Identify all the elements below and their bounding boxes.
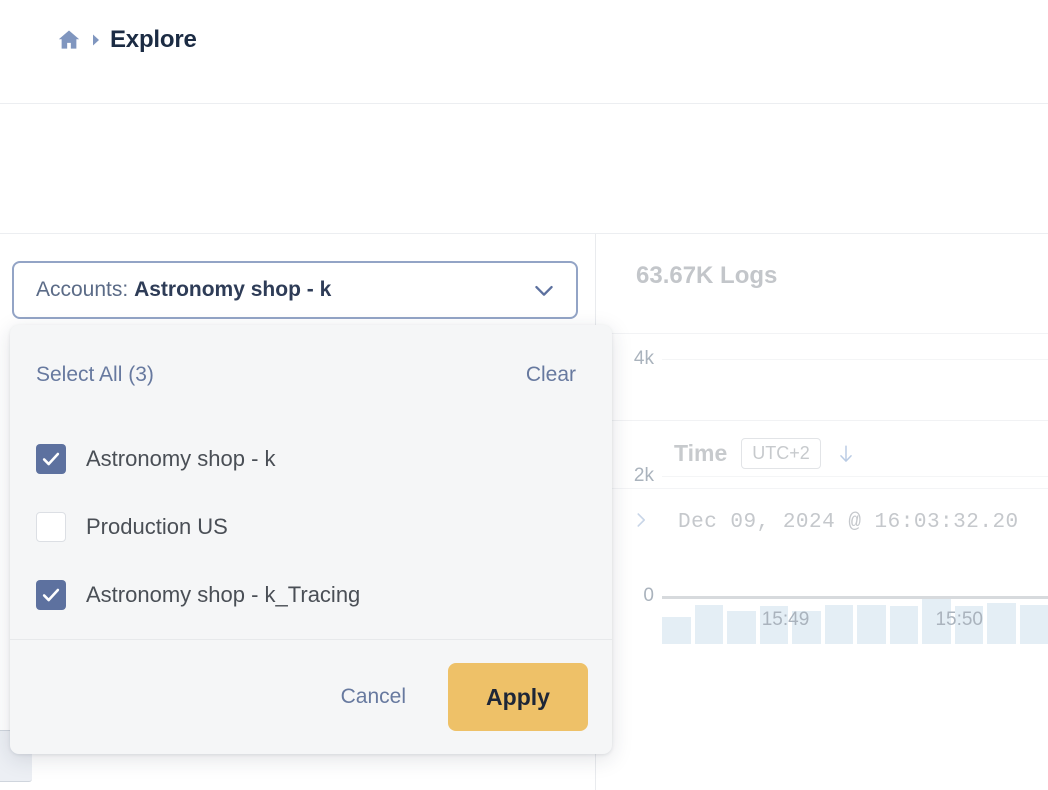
y-axis-tick-0: 0 bbox=[643, 585, 654, 606]
timezone-badge[interactable]: UTC+2 bbox=[741, 438, 821, 469]
page-title: Explore bbox=[110, 26, 197, 53]
histogram-bar[interactable] bbox=[987, 603, 1016, 644]
x-axis-tick-1: 15:50 bbox=[935, 609, 983, 630]
breadcrumb: Explore bbox=[56, 26, 197, 54]
dropdown-header: Select All (3) Clear bbox=[10, 325, 612, 425]
histogram-bar[interactable] bbox=[662, 617, 691, 644]
histogram-bar[interactable] bbox=[857, 604, 886, 644]
chart-title: 63.67K Logs bbox=[636, 262, 778, 289]
histogram-bar[interactable] bbox=[727, 611, 756, 644]
chevron-right-icon[interactable] bbox=[630, 509, 652, 536]
log-table-row[interactable]: Dec 09, 2024 @ 16:03:32.20 bbox=[596, 488, 1048, 556]
y-axis-tick-4k: 4k bbox=[633, 348, 654, 369]
histogram-bar[interactable] bbox=[694, 605, 723, 644]
caret-right-icon bbox=[91, 33, 101, 47]
select-all-button[interactable]: Select All (3) bbox=[36, 363, 154, 387]
accounts-select-selected: Astronomy shop - k bbox=[134, 278, 332, 301]
x-axis-tick-0: 15:49 bbox=[761, 609, 810, 630]
log-timestamp: Dec 09, 2024 @ 16:03:32.20 bbox=[678, 511, 1019, 534]
time-column-header: Time bbox=[674, 440, 728, 466]
chevron-down-icon[interactable] bbox=[530, 276, 558, 304]
cancel-button[interactable]: Cancel bbox=[341, 685, 406, 709]
checkbox-checked-icon[interactable] bbox=[36, 580, 66, 610]
clear-button[interactable]: Clear bbox=[526, 363, 576, 387]
account-option-label: Astronomy shop - k_Tracing bbox=[86, 582, 361, 607]
histogram-bar[interactable] bbox=[824, 604, 853, 644]
explore-page: Explore 63.67K Logs 4k 2k 0 15:49 15:50 … bbox=[0, 0, 1048, 790]
checkbox-unchecked-icon[interactable] bbox=[36, 512, 66, 542]
accounts-dropdown-popup: Select All (3) Clear Astronomy shop - k P… bbox=[10, 325, 612, 754]
account-option-label: Production US bbox=[86, 514, 228, 539]
account-option-label: Astronomy shop - k bbox=[86, 446, 276, 471]
account-option-row[interactable]: Astronomy shop - k_Tracing bbox=[36, 561, 612, 629]
accounts-select-prefix: Accounts: bbox=[36, 278, 135, 301]
account-option-row[interactable]: Astronomy shop - k bbox=[36, 425, 612, 493]
arrow-down-icon[interactable] bbox=[835, 442, 857, 466]
accounts-select-trigger[interactable]: Accounts: Astronomy shop - k bbox=[12, 261, 578, 319]
account-option-row[interactable]: Production US bbox=[36, 493, 612, 561]
accounts-select-value: Accounts: Astronomy shop - k bbox=[36, 278, 530, 302]
dropdown-footer: Cancel Apply bbox=[10, 639, 612, 754]
histogram-bar[interactable] bbox=[1019, 604, 1048, 644]
apply-button[interactable]: Apply bbox=[448, 663, 588, 731]
page-header: Explore bbox=[0, 0, 1048, 104]
accounts-option-list: Astronomy shop - k Production US Astronomy… bbox=[10, 425, 612, 629]
home-icon[interactable] bbox=[56, 27, 82, 53]
logs-table-header: Time UTC+2 bbox=[596, 420, 1048, 486]
gridline-4k bbox=[662, 359, 1048, 360]
histogram-bar[interactable] bbox=[889, 606, 918, 644]
checkbox-checked-icon[interactable] bbox=[36, 444, 66, 474]
query-toolbar: Simple Build your query by selecting par… bbox=[0, 104, 1048, 306]
